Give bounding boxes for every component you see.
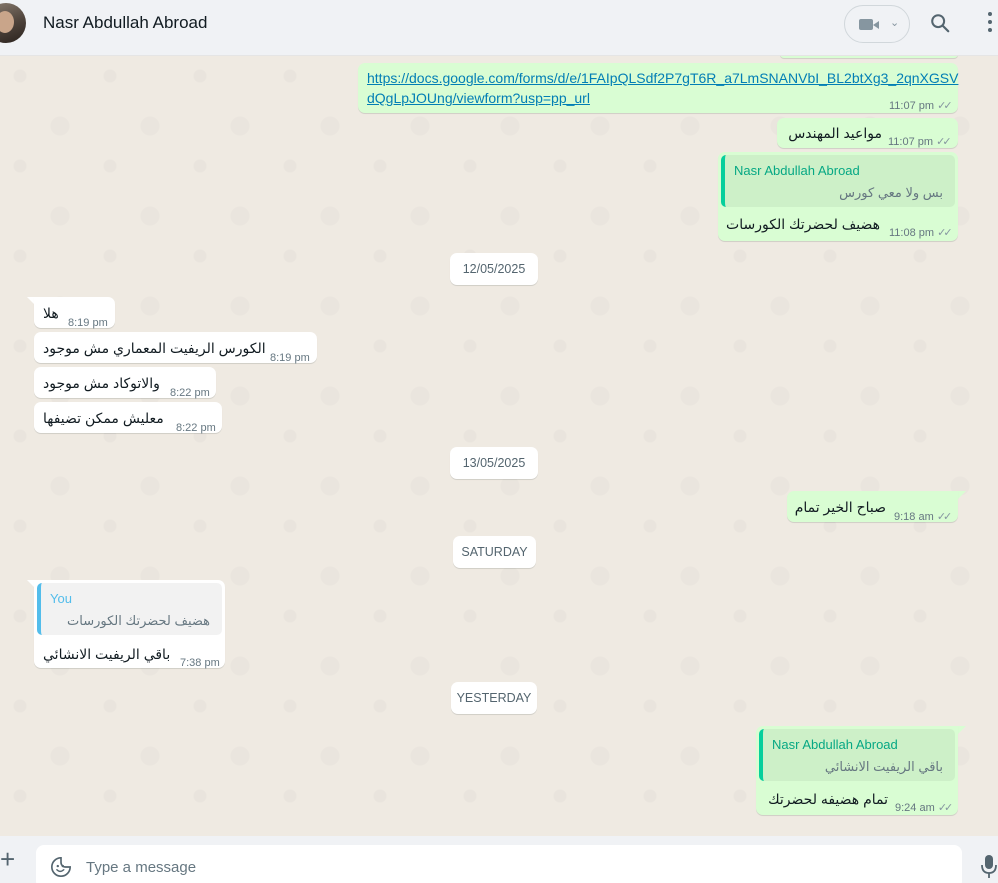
message-text: معليش ممكن تضيفها	[43, 410, 164, 426]
date-separator: 13/05/2025	[450, 447, 538, 479]
message-text: مواعيد المهندس	[788, 125, 882, 141]
message-bubble-link: https://docs.google.com/forms/d/e/1FAIpQ…	[358, 63, 958, 113]
quoted-message[interactable]: Nasr Abdullah Abroad بس ولا معي كورس	[721, 155, 955, 207]
form-link[interactable]: https://docs.google.com/forms/d/e/1FAIpQ…	[367, 68, 958, 88]
emoji-icon[interactable]	[50, 856, 72, 878]
bubble-tail	[958, 726, 966, 734]
message-time: 11:07 pm	[889, 100, 935, 112]
quote-text: بس ولا معي كورس	[839, 185, 943, 200]
mic-icon[interactable]	[979, 854, 998, 880]
message-time: 8:19 pm	[270, 352, 310, 364]
message-bubble-outgoing: مواعيد المهندس 11:07 pm ✓✓	[777, 118, 958, 148]
chat-header: Nasr Abdullah Abroad ⌄	[0, 0, 998, 56]
quoted-message[interactable]: You هضيف لحضرتك الكورسات	[37, 583, 222, 635]
quote-author: You	[50, 591, 72, 606]
message-bubble-reply: Nasr Abdullah Abroad باقي الريفيت الانشا…	[756, 726, 958, 815]
double-check-icon: ✓✓	[937, 227, 953, 239]
message-bubble-incoming: والاتوكاد مش موجود 8:22 pm	[34, 367, 216, 399]
quoted-message[interactable]: Nasr Abdullah Abroad باقي الريفيت الانشا…	[759, 729, 955, 781]
quote-author: Nasr Abdullah Abroad	[734, 163, 860, 178]
double-check-icon: ✓✓	[936, 136, 952, 148]
message-bubble-outgoing: صباح الخير تمام 9:18 am ✓✓	[787, 491, 958, 523]
message-text: هضيف لحضرتك الكورسات	[726, 216, 880, 232]
message-bubble-incoming: معليش ممكن تضيفها 8:22 pm	[34, 402, 222, 434]
message-text: صباح الخير تمام	[794, 499, 886, 515]
chat-panel: https://docs.google.com/forms/d/e/1FAIpQ…	[0, 56, 998, 836]
double-check-icon: ✓✓	[937, 802, 954, 814]
message-bubble-partial	[780, 56, 958, 58]
message-bubble-incoming: الكورس الريفيت المعماري مش موجود 8:19 pm	[34, 332, 317, 364]
menu-icon[interactable]	[986, 12, 994, 34]
message-bubble-incoming-reply: You هضيف لحضرتك الكورسات باقي الريفيت ال…	[34, 580, 225, 669]
video-call-button[interactable]: ⌄	[844, 5, 910, 43]
double-check-icon: ✓✓	[937, 100, 953, 112]
message-input[interactable]	[86, 855, 946, 879]
composer-bar: +	[0, 836, 998, 883]
message-bubble-incoming: هلا 8:19 pm	[34, 297, 115, 329]
double-check-icon: ✓✓	[936, 511, 953, 523]
message-text: هلا	[43, 305, 59, 321]
message-text: والاتوكاد مش موجود	[43, 375, 160, 391]
message-time: 8:19 pm	[68, 317, 108, 329]
contact-avatar[interactable]	[0, 3, 26, 43]
date-separator: 12/05/2025	[450, 253, 538, 285]
search-icon[interactable]	[929, 12, 951, 34]
plus-icon[interactable]: +	[0, 846, 20, 872]
message-text: تمام هضيفه لحضرتك	[768, 791, 888, 807]
message-bubble-reply: Nasr Abdullah Abroad بس ولا معي كورس هضي…	[718, 152, 958, 241]
chevron-down-icon: ⌄	[890, 17, 900, 29]
message-text: الكورس الريفيت المعماري مش موجود	[43, 340, 266, 356]
message-time: 8:22 pm	[170, 387, 210, 399]
message-time: 11:07 pm	[888, 136, 934, 148]
message-time: 11:08 pm	[889, 227, 935, 239]
message-time: 8:22 pm	[176, 422, 216, 434]
quote-text: باقي الريفيت الانشائي	[824, 759, 943, 774]
message-time: 9:24 am	[895, 802, 935, 814]
date-separator: SATURDAY	[453, 536, 536, 568]
form-link-continued[interactable]: dQgLpJOUng/viewform?usp=pp_url	[367, 88, 590, 108]
message-input-box[interactable]	[36, 845, 962, 883]
contact-name[interactable]: Nasr Abdullah Abroad	[43, 13, 207, 33]
video-camera-icon	[859, 19, 879, 30]
bubble-tail	[958, 491, 966, 499]
date-separator: YESTERDAY	[451, 682, 537, 714]
message-text: باقي الريفيت الانشائي	[43, 646, 171, 662]
quote-text: هضيف لحضرتك الكورسات	[67, 613, 210, 628]
message-time: 9:18 am	[894, 511, 934, 523]
quote-author: Nasr Abdullah Abroad	[772, 737, 898, 752]
message-time: 7:38 pm	[180, 657, 220, 669]
